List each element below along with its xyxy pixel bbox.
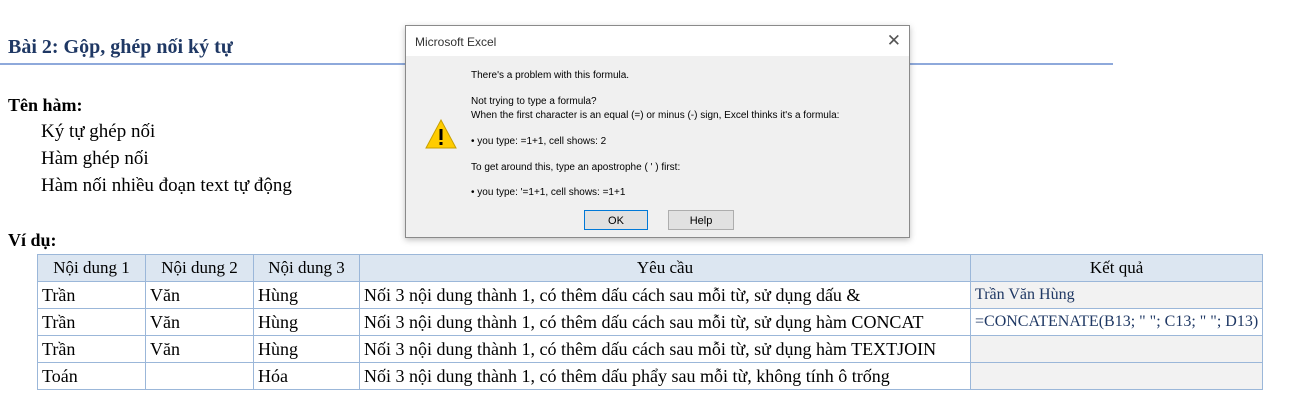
- table-row: Toán Hóa Nối 3 nội dung thành 1, có thêm…: [37, 362, 1264, 390]
- cell[interactable]: Trần: [37, 335, 146, 363]
- result-cell[interactable]: [969, 335, 1264, 363]
- cell[interactable]: Văn: [145, 308, 254, 336]
- cell[interactable]: Hùng: [253, 281, 360, 309]
- excel-alert-dialog: Microsoft Excel ✕ There's a problem with…: [405, 25, 910, 238]
- cell[interactable]: Nối 3 nội dung thành 1, có thêm dấu cách…: [359, 308, 971, 336]
- cell[interactable]: Hóa: [253, 362, 360, 390]
- cell[interactable]: Trần: [37, 308, 146, 336]
- table-row: Trần Văn Hùng Nối 3 nội dung thành 1, có…: [37, 281, 1264, 309]
- dialog-message-line: • you type: =1+1, cell shows: 2: [471, 136, 607, 147]
- function-item[interactable]: Hàm nối nhiều đoạn text tự động: [41, 175, 292, 197]
- table-row: Trần Văn Hùng Nối 3 nội dung thành 1, có…: [37, 335, 1264, 363]
- cell[interactable]: Hùng: [253, 335, 360, 363]
- header-cell[interactable]: Yêu cầu: [359, 254, 971, 282]
- example-label[interactable]: Ví dụ:: [8, 230, 57, 251]
- result-cell-editing[interactable]: =CONCATENATE(B13; " "; C13; " "; D13): [969, 308, 1264, 336]
- help-button[interactable]: Help: [668, 210, 734, 230]
- cell[interactable]: Nối 3 nội dung thành 1, có thêm dấu phẩy…: [359, 362, 971, 390]
- table-header-row: Nội dung 1 Nội dung 2 Nội dung 3 Yêu cầu…: [37, 254, 1264, 282]
- dialog-message-line: • you type: '=1+1, cell shows: =1+1: [471, 187, 626, 198]
- cell[interactable]: Nối 3 nội dung thành 1, có thêm dấu cách…: [359, 281, 971, 309]
- header-cell[interactable]: Nội dung 1: [37, 254, 146, 282]
- cell[interactable]: Trần: [37, 281, 146, 309]
- dialog-message-line: There's a problem with this formula.: [471, 70, 630, 81]
- header-cell[interactable]: Kết quả: [969, 254, 1264, 282]
- cell[interactable]: [145, 362, 254, 390]
- functions-label[interactable]: Tên hàm:: [8, 95, 83, 116]
- dialog-message-line: Not trying to type a formula?: [471, 96, 597, 107]
- warning-icon: [425, 119, 457, 149]
- sheet-title[interactable]: Bài 2: Gộp, ghép nối ký tự: [8, 36, 233, 59]
- cell[interactable]: Hùng: [253, 308, 360, 336]
- function-item[interactable]: Ký tự ghép nối: [41, 121, 155, 143]
- dialog-message-line: To get around this, type an apostrophe (…: [471, 162, 681, 173]
- cell[interactable]: Văn: [145, 281, 254, 309]
- worksheet[interactable]: Bài 2: Gộp, ghép nối ký tự Tên hàm: Ký t…: [0, 0, 1311, 419]
- dialog-titlebar[interactable]: Microsoft Excel ✕: [406, 26, 909, 56]
- close-icon[interactable]: ✕: [887, 31, 901, 51]
- table-row: Trần Văn Hùng Nối 3 nội dung thành 1, có…: [37, 308, 1264, 336]
- dialog-title: Microsoft Excel: [415, 35, 497, 49]
- result-cell[interactable]: Trần Văn Hùng: [969, 281, 1264, 309]
- header-cell[interactable]: Nội dung 2: [145, 254, 254, 282]
- cell[interactable]: Toán: [37, 362, 146, 390]
- header-cell[interactable]: Nội dung 3: [253, 254, 360, 282]
- cell[interactable]: Văn: [145, 335, 254, 363]
- cell[interactable]: Nối 3 nội dung thành 1, có thêm dấu cách…: [359, 335, 971, 363]
- function-item[interactable]: Hàm ghép nối: [41, 148, 149, 170]
- result-cell[interactable]: [969, 362, 1264, 390]
- ok-button[interactable]: OK: [584, 210, 648, 230]
- dialog-message-line: When the first character is an equal (=)…: [471, 110, 840, 121]
- example-table: Nội dung 1 Nội dung 2 Nội dung 3 Yêu cầu…: [37, 254, 1264, 390]
